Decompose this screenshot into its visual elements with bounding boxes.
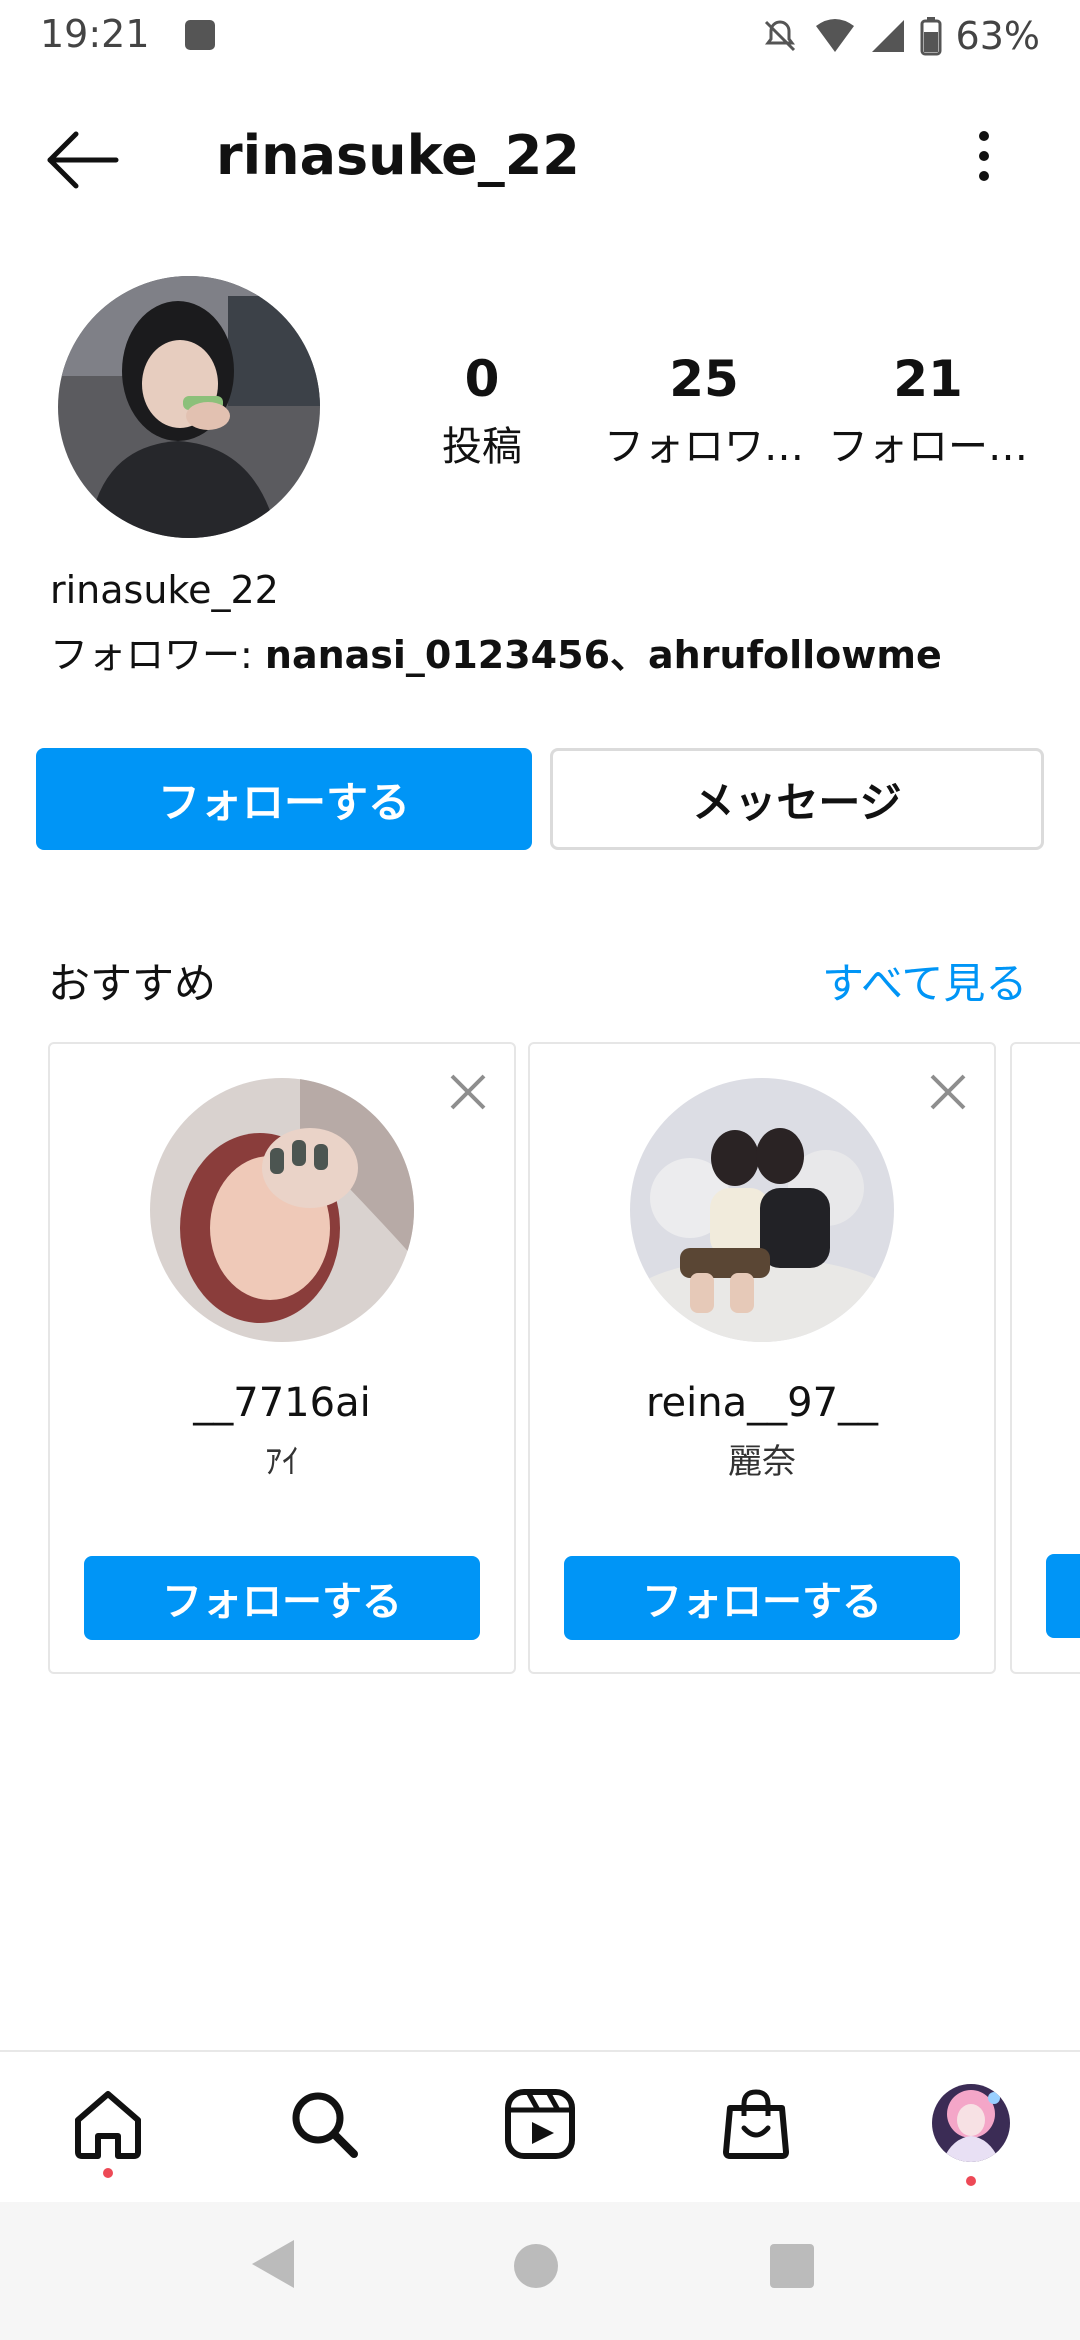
profile-username: rinasuke_22 <box>50 568 279 612</box>
see-all-link[interactable]: すべて見る <box>822 950 1027 1011</box>
followed-by-prefix: フォロワー: <box>50 633 265 677</box>
followed-by-names[interactable]: nanasi_0123456、ahrufollowme <box>265 633 942 677</box>
more-options-icon[interactable] <box>964 124 1004 188</box>
profile-tab-avatar[interactable] <box>932 2084 1010 2162</box>
close-icon[interactable] <box>446 1070 490 1114</box>
stat-following[interactable]: 21 フォロー… <box>818 350 1038 472</box>
system-back-icon[interactable] <box>252 2240 294 2288</box>
signal-icon <box>871 20 904 52</box>
notification-icon <box>185 20 215 50</box>
suggestion-avatar[interactable] <box>630 1078 894 1342</box>
suggestion-username[interactable]: reina__97__ <box>530 1380 994 1426</box>
status-bar: 19:21 63% <box>0 0 1080 72</box>
stat-posts-count: 0 <box>464 350 500 408</box>
search-icon[interactable] <box>286 2086 362 2162</box>
close-icon[interactable] <box>926 1070 970 1114</box>
suggestion-fullname: 麗奈 <box>728 1442 796 1482</box>
shop-icon[interactable] <box>718 2086 794 2162</box>
suggestion-card[interactable]: __7716ai ｱｲ フォローする <box>48 1042 516 1674</box>
stat-posts-label: 投稿 <box>442 424 522 470</box>
back-arrow-icon[interactable] <box>42 124 122 196</box>
suggestion-avatar[interactable] <box>150 1078 414 1342</box>
suggestion-fullname: ｱｲ <box>265 1442 299 1482</box>
suggestion-follow-button[interactable]: フォローする <box>84 1556 480 1640</box>
profile-avatar[interactable] <box>58 276 320 538</box>
battery-percent: 63% <box>955 14 1040 58</box>
stat-followers-count: 25 <box>669 350 739 408</box>
home-notification-dot <box>103 2168 113 2178</box>
stat-following-label: フォロー… <box>828 424 1028 470</box>
system-home-icon[interactable] <box>514 2244 558 2288</box>
suggestion-follow-button-partial[interactable] <box>1046 1554 1080 1638</box>
stat-posts[interactable]: 0 投稿 <box>372 350 592 472</box>
status-time: 19:21 <box>40 12 150 56</box>
mute-icon <box>764 20 795 52</box>
battery-icon <box>920 17 942 56</box>
wifi-icon <box>815 19 854 52</box>
system-recents-icon[interactable] <box>770 2244 814 2288</box>
stat-followers-label: フォロワ… <box>604 424 804 470</box>
stat-followers[interactable]: 25 フォロワ… <box>594 350 814 472</box>
suggestion-card[interactable]: reina__97__ 麗奈 フォローする <box>528 1042 996 1674</box>
suggestion-follow-button[interactable]: フォローする <box>564 1556 960 1640</box>
profile-notification-dot <box>966 2176 976 2186</box>
message-button[interactable]: メッセージ <box>550 748 1044 850</box>
home-icon[interactable] <box>70 2086 146 2162</box>
stat-following-count: 21 <box>893 350 963 408</box>
page-title: rinasuke_22 <box>216 124 580 187</box>
status-icons: 63% <box>760 14 1040 58</box>
followed-by-line[interactable]: フォロワー: nanasi_0123456、ahrufollowme <box>50 624 942 679</box>
suggestions-title: おすすめ <box>48 959 217 1008</box>
follow-button[interactable]: フォローする <box>36 748 532 850</box>
reels-icon[interactable] <box>502 2086 578 2162</box>
suggestion-username[interactable]: __7716ai <box>50 1380 514 1426</box>
